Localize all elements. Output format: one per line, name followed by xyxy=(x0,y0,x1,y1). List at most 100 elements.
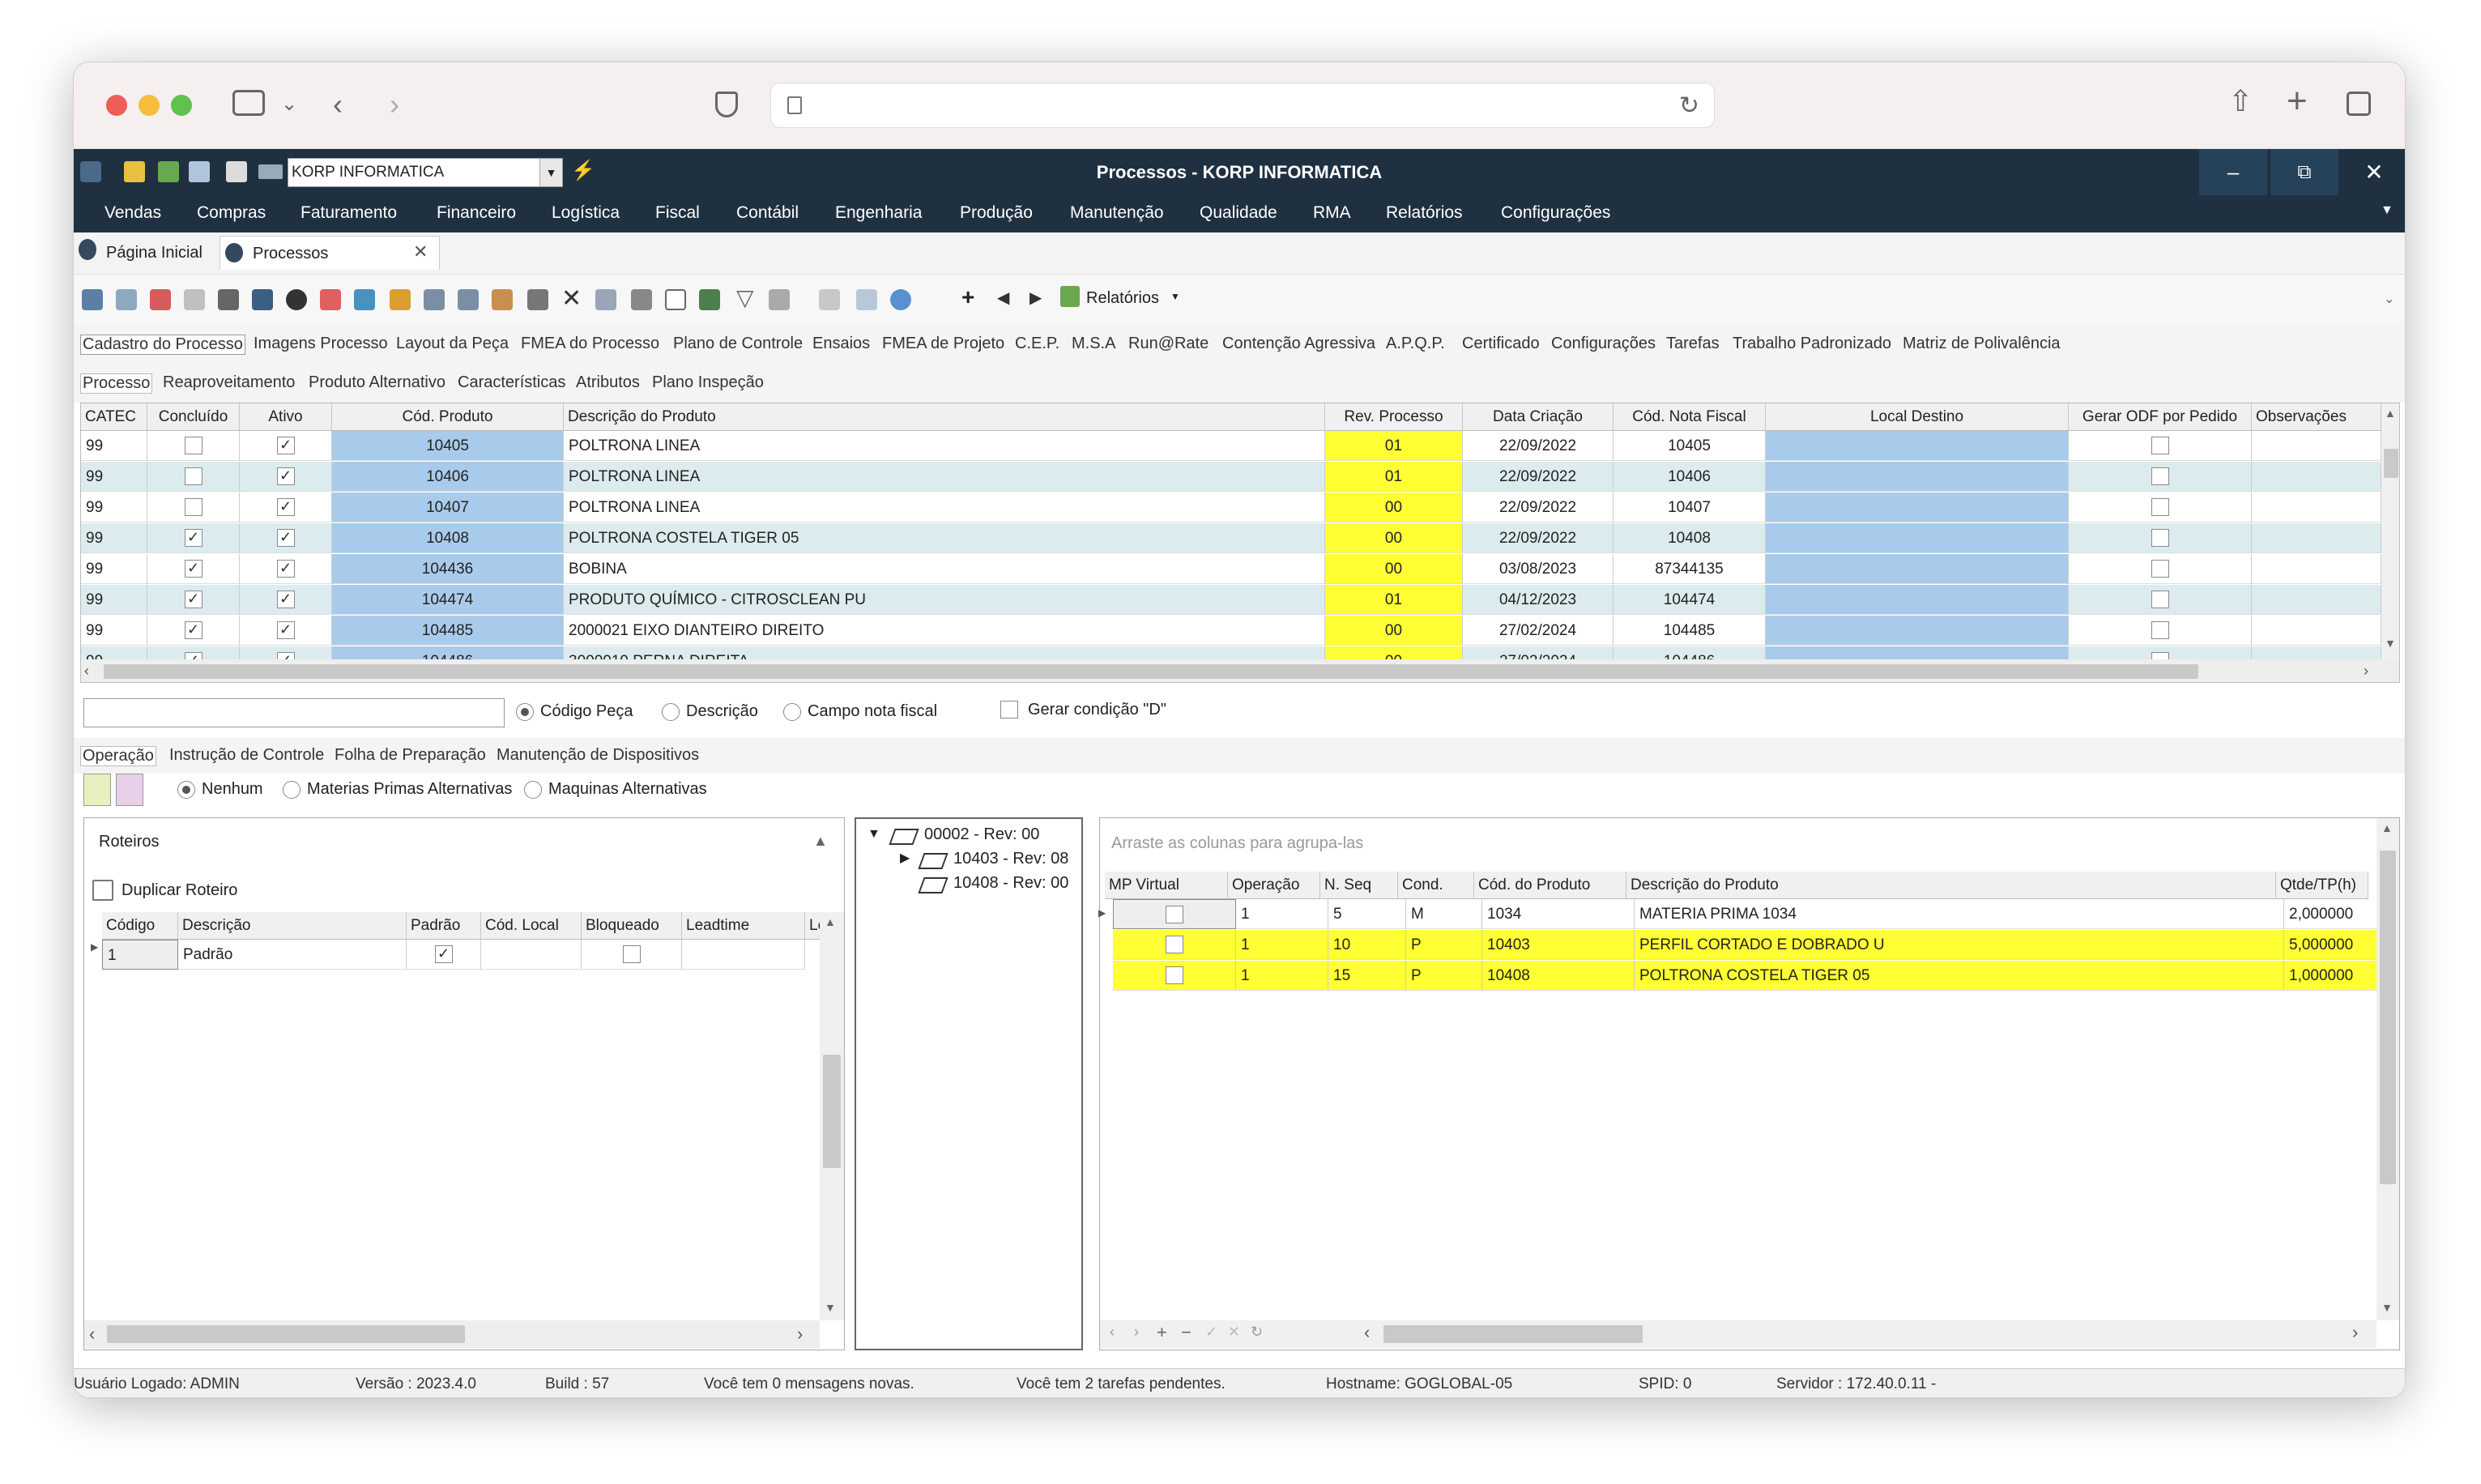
grid-cell-obs[interactable] xyxy=(2252,554,2381,584)
nav-prev-icon[interactable]: ‹ xyxy=(1110,1324,1115,1341)
grid-cell-concluido[interactable]: ✓ xyxy=(147,616,240,646)
mp-cell-virtual[interactable] xyxy=(1113,930,1236,960)
menu-logistica[interactable]: Logística xyxy=(552,203,620,223)
search-mode-nota-fiscal[interactable]: Campo nota fiscal xyxy=(783,702,937,721)
info-icon[interactable] xyxy=(890,289,911,310)
tab-instrucao-de-controle[interactable]: Instrução de Controle xyxy=(169,746,324,765)
grid-cell-cat[interactable]: 99 xyxy=(81,431,147,461)
tab-folha-de-preparacao[interactable]: Folha de Preparação xyxy=(335,746,486,765)
gerar-d-checkbox[interactable] xyxy=(1000,700,1018,719)
mp-col-nseq[interactable]: N. Seq xyxy=(1320,872,1398,899)
mp-virtual-checkbox[interactable] xyxy=(1165,966,1183,984)
tab-tarefas[interactable]: Tarefas xyxy=(1666,335,1720,353)
puzzle-icon[interactable] xyxy=(458,289,479,310)
col-gerar-odf[interactable]: Gerar ODF por Pedido xyxy=(2069,403,2252,431)
grid-cell-cat[interactable]: 99 xyxy=(81,585,147,615)
grid-hscrollbar[interactable]: ‹ › xyxy=(81,659,2399,682)
grid-checkbox[interactable] xyxy=(184,467,202,485)
grid-cell-odf[interactable] xyxy=(2069,523,2252,553)
grid-cell-odf[interactable] xyxy=(2069,462,2252,492)
transfer-icon[interactable] xyxy=(354,289,375,310)
menu-manutencao[interactable]: Manutenção xyxy=(1070,203,1164,223)
grid-cell-obs[interactable] xyxy=(2252,431,2381,461)
mp-cell-qtde[interactable]: 2,000000 xyxy=(2284,899,2385,929)
grid-checkbox[interactable] xyxy=(2151,590,2169,608)
grid-cell-local[interactable] xyxy=(1766,616,2069,646)
roteiros-hscroll-thumb[interactable] xyxy=(107,1325,465,1343)
mp-hscroll-thumb[interactable] xyxy=(1383,1325,1643,1343)
grid-cell-rev[interactable]: 00 xyxy=(1325,523,1463,553)
prev-icon[interactable]: ◀ xyxy=(997,288,1009,308)
grid-cell-odf[interactable] xyxy=(2069,616,2252,646)
scroll-down-icon[interactable]: ▼ xyxy=(2385,637,2396,650)
grid-cell-concluido[interactable]: ✓ xyxy=(147,585,240,615)
rot-cell-leadtime[interactable] xyxy=(682,940,805,970)
col-rev-processo[interactable]: Rev. Processo xyxy=(1325,403,1463,431)
grid-cell-nf[interactable]: 10405 xyxy=(1614,431,1766,461)
copy-record-icon[interactable] xyxy=(116,289,137,310)
mp-col-operacao[interactable]: Operação xyxy=(1228,872,1320,899)
calendar-icon[interactable] xyxy=(320,289,341,310)
tab-ensaios[interactable]: Ensaios xyxy=(812,335,870,353)
alt-materias-primas[interactable]: Materias Primas Alternativas xyxy=(283,780,512,799)
edit-icon[interactable] xyxy=(527,289,548,310)
grid-cell-local[interactable] xyxy=(1766,431,2069,461)
mp-col-cond[interactable]: Cond. xyxy=(1398,872,1474,899)
mp-cell-cod[interactable]: 10408 xyxy=(1482,961,1635,991)
grid-cell-ativo[interactable]: ✓ xyxy=(240,585,332,615)
grid-cell-data[interactable]: 22/09/2022 xyxy=(1463,523,1614,553)
grid-cell-rev[interactable]: 01 xyxy=(1325,431,1463,461)
menu-relatorios[interactable]: Relatórios xyxy=(1386,203,1463,223)
rot-col-padrao[interactable]: Padrão xyxy=(407,912,481,940)
mp-cell-cond[interactable]: P xyxy=(1406,930,1482,960)
grid-cell-desc[interactable]: BOBINA xyxy=(564,554,1325,584)
chevron-down-icon[interactable]: ⌄ xyxy=(2384,291,2394,307)
grid-cell-data[interactable]: 04/12/2023 xyxy=(1463,585,1614,615)
scroll-right-icon[interactable]: › xyxy=(2364,663,2368,680)
close-app-button[interactable]: ✕ xyxy=(2342,149,2405,195)
chevron-down-icon[interactable]: ⌄ xyxy=(281,90,297,119)
tab-run-at-rate[interactable]: Run@Rate xyxy=(1128,335,1209,353)
grid-cell-desc[interactable]: POLTRONA LINEA xyxy=(564,431,1325,461)
tab-plano-inspecao[interactable]: Plano Inspeção xyxy=(652,373,764,392)
grid-cell-rev[interactable]: 00 xyxy=(1325,616,1463,646)
forward-icon[interactable]: › xyxy=(390,90,399,119)
mp-cell-cod[interactable]: 1034 xyxy=(1482,899,1635,929)
search-mode-codigo[interactable]: Código Peça xyxy=(516,702,633,721)
mp-cell-op[interactable]: 1 xyxy=(1236,961,1328,991)
expand-icon[interactable]: ▶ xyxy=(900,850,910,866)
nav-next-icon[interactable]: › xyxy=(1134,1324,1139,1341)
grid-cell-obs[interactable] xyxy=(2252,462,2381,492)
tab-configuracoes[interactable]: Configurações xyxy=(1551,335,1656,353)
tab-pagina-inicial[interactable]: Página Inicial xyxy=(106,244,202,262)
grid-checkbox[interactable] xyxy=(2151,528,2169,547)
scroll-left-icon[interactable]: ‹ xyxy=(89,1324,95,1345)
grid-cell-desc[interactable]: POLTRONA LINEA xyxy=(564,493,1325,522)
mp-vscroll-thumb[interactable] xyxy=(2380,851,2396,1184)
tab-imagens-processo[interactable]: Imagens Processo xyxy=(254,335,388,353)
grid-cell-cod[interactable]: 104474 xyxy=(332,585,564,615)
next-icon[interactable]: ▶ xyxy=(1029,288,1042,308)
mp-vscrollbar[interactable]: ▲ ▼ xyxy=(2377,818,2399,1320)
document-icon[interactable] xyxy=(424,289,445,310)
col-data-criacao[interactable]: Data Criação xyxy=(1463,403,1614,431)
grid-cell-cat[interactable]: 99 xyxy=(81,523,147,553)
zoom-window-button[interactable] xyxy=(171,95,192,116)
pin-icon[interactable]: ▲ xyxy=(813,833,828,850)
grid-cell-data[interactable]: 03/08/2023 xyxy=(1463,554,1614,584)
tree-node-root[interactable]: 00002 - Rev: 00 xyxy=(924,825,1039,844)
grid-cell-rev[interactable]: 01 xyxy=(1325,585,1463,615)
scissors-icon[interactable] xyxy=(390,289,411,310)
grid-cell-cod[interactable]: 10408 xyxy=(332,523,564,553)
grid-cell-data[interactable]: 22/09/2022 xyxy=(1463,462,1614,492)
menu-qualidade[interactable]: Qualidade xyxy=(1200,203,1277,223)
hierarchy-icon[interactable] xyxy=(218,289,239,310)
status-mensagens[interactable]: Você tem 0 mensagens novas. xyxy=(704,1375,914,1393)
scroll-down-icon[interactable]: ▼ xyxy=(2381,1301,2393,1314)
grid-cell-nf[interactable]: 10406 xyxy=(1614,462,1766,492)
col-descricao[interactable]: Descrição do Produto xyxy=(564,403,1325,431)
grid-cell-data[interactable]: 22/09/2022 xyxy=(1463,493,1614,522)
minimize-button[interactable]: – xyxy=(2199,149,2267,195)
mp-cell-seq[interactable]: 15 xyxy=(1328,961,1406,991)
check-list-icon[interactable] xyxy=(856,289,877,310)
